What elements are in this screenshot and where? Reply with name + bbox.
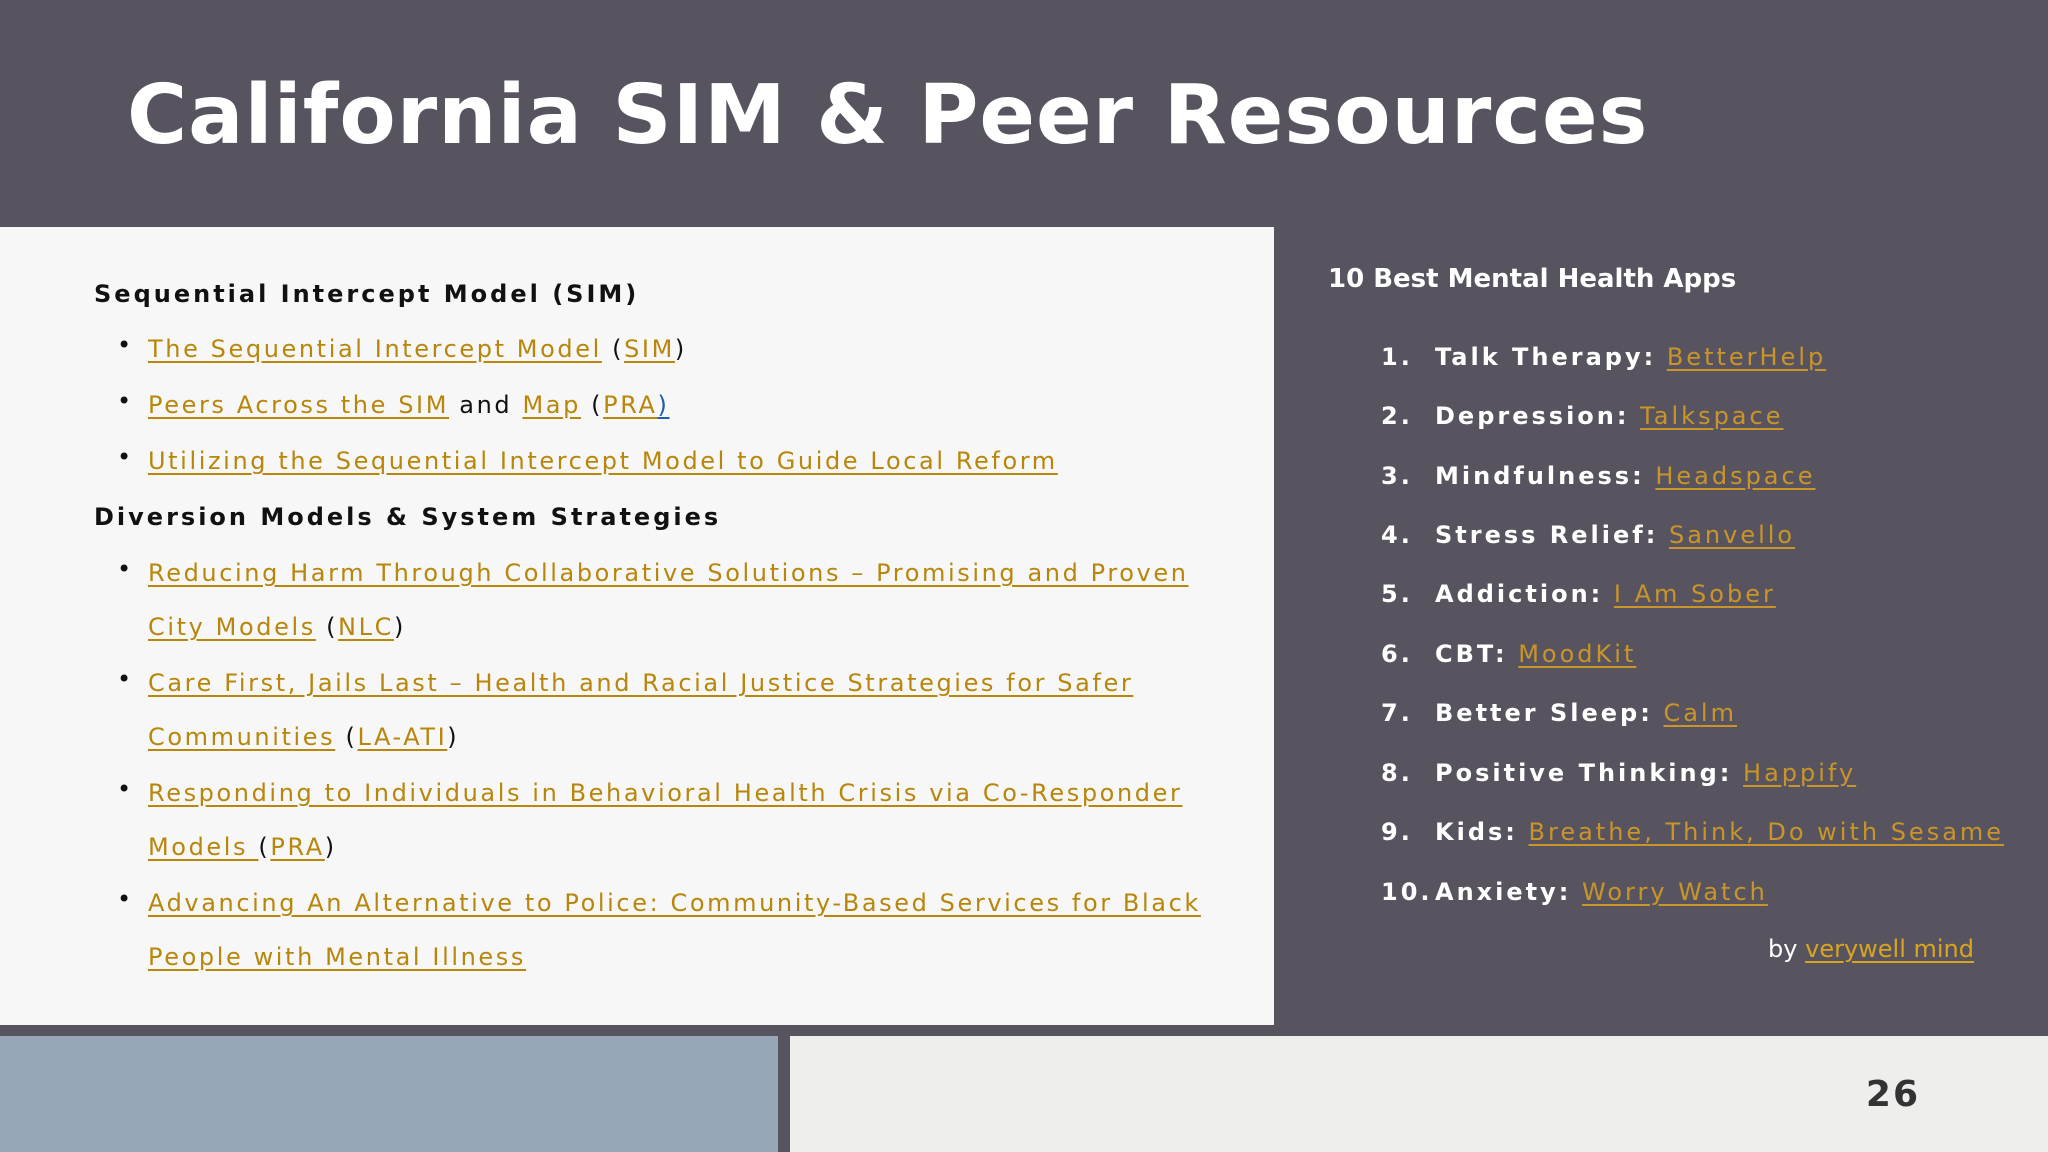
paren-close: ) — [447, 723, 460, 751]
app-link[interactable]: Worry Watch — [1582, 878, 1768, 906]
sim-source-link[interactable]: SIM — [624, 335, 675, 363]
care-first-link-cont[interactable]: Communities — [148, 723, 335, 751]
bullet-dot: • — [117, 331, 132, 359]
app-item-4: 4. Stress Relief: Sanvello — [1381, 521, 1795, 549]
app-category: Anxiety: — [1435, 878, 1572, 906]
app-link[interactable]: MoodKit — [1518, 640, 1636, 668]
care-first-link[interactable]: Care First, Jails Last – Health and Raci… — [148, 669, 1133, 697]
app-link[interactable]: Breathe, Think, Do with Sesame — [1529, 818, 2005, 846]
la-ati-source-link[interactable]: LA-ATI — [357, 723, 447, 751]
bullet-dot: • — [117, 775, 132, 803]
sim-heading: Sequential Intercept Model (SIM) — [94, 280, 640, 308]
diversion-heading: Diversion Models & System Strategies — [94, 503, 722, 531]
slide-title: California SIM & Peer Resources — [127, 68, 1649, 163]
div-item-2-line1: Care First, Jails Last – Health and Raci… — [148, 669, 1133, 697]
app-category: Better Sleep: — [1435, 699, 1653, 727]
app-category: Addiction: — [1435, 580, 1604, 608]
nlc-source-link[interactable]: NLC — [338, 613, 394, 641]
bullet-dot: • — [117, 555, 132, 583]
app-number: 1. — [1381, 343, 1413, 371]
div-item-3-line2: Models (PRA) — [148, 833, 337, 861]
reducing-harm-link-cont[interactable]: City Models — [148, 613, 316, 641]
verywell-mind-link[interactable]: verywell mind — [1805, 935, 1974, 963]
slide: California SIM & Peer Resources Sequenti… — [0, 0, 2048, 1152]
app-item-9: 9. Kids: Breathe, Think, Do with Sesame — [1381, 818, 2004, 846]
app-item-7: 7. Better Sleep: Calm — [1381, 699, 1737, 727]
app-number: 9. — [1381, 818, 1413, 846]
paren-open: ( — [258, 833, 271, 861]
app-number: 6. — [1381, 640, 1413, 668]
app-category: CBT: — [1435, 640, 1508, 668]
apps-title: 10 Best Mental Health Apps — [1328, 264, 1737, 294]
div-item-3-line1: Responding to Individuals in Behavioral … — [148, 779, 1182, 807]
paren-close: ) — [657, 391, 670, 419]
div-item-2-line2: Communities (LA-ATI) — [148, 723, 459, 751]
peers-across-sim-link[interactable]: Peers Across the SIM — [148, 391, 449, 419]
sim-item-3: Utilizing the Sequential Intercept Model… — [148, 447, 1058, 475]
bullet-dot: • — [117, 387, 132, 415]
app-link[interactable]: BetterHelp — [1667, 343, 1826, 371]
utilizing-sim-link[interactable]: Utilizing the Sequential Intercept Model… — [148, 447, 1058, 475]
byline: by verywell mind — [1768, 935, 1974, 963]
reducing-harm-link[interactable]: Reducing Harm Through Collaborative Solu… — [148, 559, 1189, 587]
app-category: Stress Relief: — [1435, 521, 1659, 549]
app-category: Positive Thinking: — [1435, 759, 1733, 787]
sim-item-2: Peers Across the SIM and Map (PRA) — [148, 391, 670, 419]
app-number: 5. — [1381, 580, 1413, 608]
div-item-1-line1: Reducing Harm Through Collaborative Solu… — [148, 559, 1189, 587]
paren-open: ( — [345, 723, 358, 751]
sim-model-link[interactable]: The Sequential Intercept Model — [148, 335, 602, 363]
app-number: 3. — [1381, 462, 1413, 490]
app-number: 10. — [1381, 878, 1433, 906]
paren-open: ( — [591, 391, 604, 419]
paren-close: ) — [393, 613, 406, 641]
map-link[interactable]: Map — [522, 391, 580, 419]
app-link[interactable]: Happify — [1743, 759, 1856, 787]
app-number: 8. — [1381, 759, 1413, 787]
app-link[interactable]: I Am Sober — [1614, 580, 1776, 608]
paren-open: ( — [612, 335, 625, 363]
bullet-dot: • — [117, 885, 132, 913]
app-item-6: 6. CBT: MoodKit — [1381, 640, 1636, 668]
co-responder-link-cont[interactable]: Models — [148, 833, 258, 861]
div-item-4-line1: Advancing An Alternative to Police: Comm… — [148, 889, 1201, 917]
and-text: and — [459, 391, 513, 419]
app-link[interactable]: Sanvello — [1669, 521, 1795, 549]
paren-close: ) — [674, 335, 687, 363]
app-item-3: 3. Mindfulness: Headspace — [1381, 462, 1815, 490]
byline-prefix: by — [1768, 935, 1798, 963]
app-link[interactable]: Calm — [1663, 699, 1737, 727]
bullet-dot: • — [117, 665, 132, 693]
alternative-police-link[interactable]: Advancing An Alternative to Police: Comm… — [148, 889, 1201, 917]
app-category: Depression: — [1435, 402, 1630, 430]
page-number: 26 — [1865, 1074, 1920, 1115]
app-number: 7. — [1381, 699, 1413, 727]
footer-left-block — [0, 1036, 778, 1152]
app-number: 2. — [1381, 402, 1413, 430]
app-category: Kids: — [1435, 818, 1518, 846]
app-link[interactable]: Talkspace — [1640, 402, 1783, 430]
app-item-1: 1. Talk Therapy: BetterHelp — [1381, 343, 1826, 371]
pra-source-link[interactable]: PRA — [603, 391, 657, 419]
div-item-4-line2: People with Mental Illness — [148, 943, 526, 971]
div-item-1-line2: City Models (NLC) — [148, 613, 406, 641]
app-item-2: 2. Depression: Talkspace — [1381, 402, 1783, 430]
app-category: Talk Therapy: — [1435, 343, 1657, 371]
alternative-police-link-cont[interactable]: People with Mental Illness — [148, 943, 526, 971]
co-responder-link[interactable]: Responding to Individuals in Behavioral … — [148, 779, 1182, 807]
footer-right-block — [790, 1036, 2048, 1152]
app-item-10: 10. Anxiety: Worry Watch — [1381, 878, 1768, 906]
paren-close: ) — [324, 833, 337, 861]
app-item-5: 5. Addiction: I Am Sober — [1381, 580, 1776, 608]
pra-source-link-2[interactable]: PRA — [270, 833, 324, 861]
left-content-panel: Sequential Intercept Model (SIM) • The S… — [0, 227, 1274, 1025]
paren-open: ( — [326, 613, 339, 641]
app-category: Mindfulness: — [1435, 462, 1645, 490]
sim-item-1: The Sequential Intercept Model (SIM) — [148, 335, 687, 363]
app-number: 4. — [1381, 521, 1413, 549]
app-link[interactable]: Headspace — [1655, 462, 1815, 490]
app-item-8: 8. Positive Thinking: Happify — [1381, 759, 1856, 787]
bullet-dot: • — [117, 443, 132, 471]
